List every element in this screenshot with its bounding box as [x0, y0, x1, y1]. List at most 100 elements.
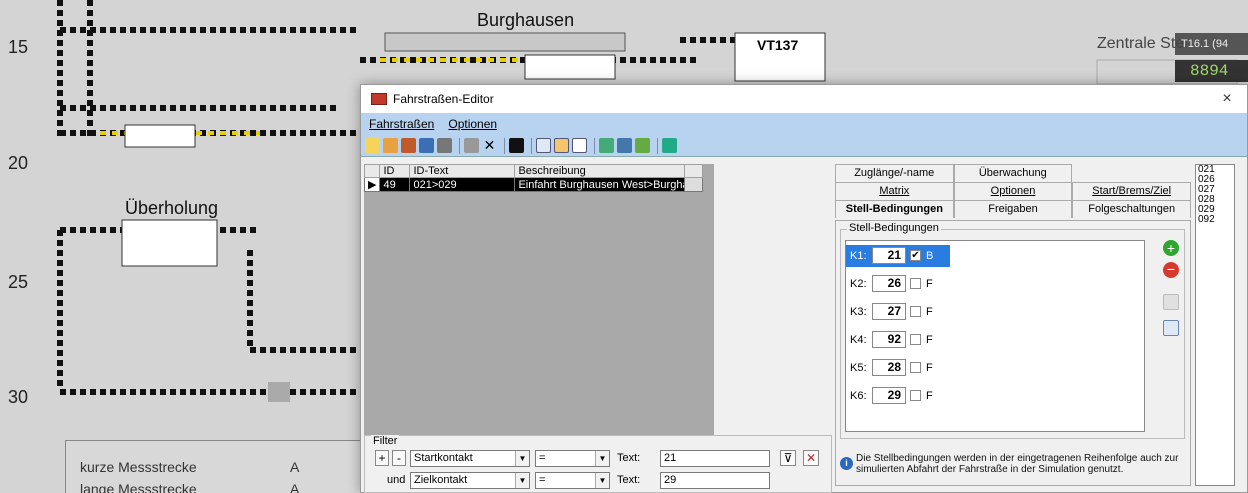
- row-number: 20: [8, 153, 29, 173]
- signal-icon[interactable]: [599, 138, 614, 153]
- tab-row: Stell-Bedingungen Freigaben Folgeschaltu…: [835, 200, 1192, 218]
- toolbar-separator: [504, 137, 505, 154]
- move-down-icon[interactable]: [1163, 320, 1179, 336]
- status-readout: T16.1 (94: [1181, 38, 1229, 50]
- text-label: Text:: [617, 474, 641, 486]
- filter-apply-icon[interactable]: ⊽: [780, 450, 796, 466]
- check-icon[interactable]: [635, 138, 650, 153]
- contact-number[interactable]: 21: [872, 247, 906, 264]
- train-label: VT137: [757, 37, 799, 53]
- cell-id[interactable]: 49: [379, 177, 411, 192]
- add-condition-button[interactable]: +: [1163, 240, 1179, 256]
- chevron-down-icon: ▼: [595, 473, 609, 488]
- column-header[interactable]: ID: [379, 164, 411, 178]
- chevron-down-icon: ▼: [515, 451, 529, 466]
- condition-checkbox[interactable]: ✔: [910, 250, 921, 261]
- table-row[interactable]: ▶ 49 021>029 Einfahrt Burghausen West>Bu…: [363, 177, 704, 192]
- menu-bar: Fahrstraßen Optionen: [361, 113, 1247, 135]
- app-icon: [371, 93, 387, 105]
- remove-condition-button[interactable]: −: [1163, 262, 1179, 278]
- route-editor-window[interactable]: Fahrstraßen-Editor × Fahrstraßen Optione…: [360, 84, 1248, 493]
- contact-number[interactable]: 28: [872, 359, 906, 376]
- tab-zuglaenge[interactable]: Zuglänge/-name: [835, 164, 954, 182]
- tab-panel: Zuglänge/-name Überwachung Matrix Option…: [835, 164, 1192, 486]
- toolbar-separator: [594, 137, 595, 154]
- filter-operator-select[interactable]: = ▼: [535, 472, 610, 489]
- toolbar-separator: [531, 137, 532, 154]
- column-header[interactable]: Beschreibung: [514, 164, 686, 178]
- condition-checkbox[interactable]: [910, 390, 921, 401]
- contact-number[interactable]: 26: [872, 275, 906, 292]
- tab-stell-bedingungen[interactable]: Stell-Bedingungen: [835, 200, 954, 218]
- tab-optionen[interactable]: Optionen: [953, 182, 1073, 200]
- condition-checkbox[interactable]: [910, 362, 921, 373]
- copy-icon[interactable]: [383, 138, 398, 153]
- list-view-icon[interactable]: [554, 138, 569, 153]
- contact-list[interactable]: 021 026 027 028 029 092: [1195, 164, 1235, 486]
- cell-description[interactable]: Einfahrt Burghausen West>Burghau: [514, 177, 686, 192]
- info-hint: i Die Stellbedingungen werden in der ein…: [840, 453, 1185, 475]
- condition-row[interactable]: K5: 28 F: [846, 357, 950, 379]
- title-bar[interactable]: Fahrstraßen-Editor ×: [361, 85, 1247, 113]
- save-icon[interactable]: [419, 138, 434, 153]
- cell-edit-icon[interactable]: [684, 177, 704, 192]
- detail-view-icon[interactable]: [572, 138, 587, 153]
- contact-number[interactable]: 29: [872, 387, 906, 404]
- toolbar-separator: [657, 137, 658, 154]
- route-table: ID ID-Text Beschreibung ▶ 49 021>029 Ein…: [363, 164, 704, 192]
- column-header: [684, 164, 704, 178]
- condition-list[interactable]: K1: 21 ✔ B K2: 26 F K3: 27 F K4: 92 F K5…: [845, 240, 1145, 432]
- group-legend: Stell-Bedingungen: [847, 222, 941, 234]
- filter-field-select[interactable]: Zielkontakt ▼: [410, 472, 530, 489]
- switch-icon[interactable]: [617, 138, 632, 153]
- menu-fahrstrassen[interactable]: Fahrstraßen: [369, 117, 434, 131]
- row-indicator-header: [363, 164, 381, 178]
- filter-text-input[interactable]: 21: [660, 450, 770, 467]
- control-center-title: Zentrale Ste: [1097, 35, 1185, 52]
- add-filter-button[interactable]: +: [375, 450, 389, 466]
- tab-folgeschaltungen[interactable]: Folgeschaltungen: [1072, 200, 1192, 218]
- delete-icon[interactable]: ✕: [482, 138, 497, 153]
- block-icon[interactable]: [509, 138, 524, 153]
- move-up-icon[interactable]: [1163, 294, 1179, 310]
- tab-ueberwachung[interactable]: Überwachung: [953, 164, 1072, 182]
- condition-row[interactable]: K1: 21 ✔ B: [846, 245, 950, 267]
- filter-clear-icon[interactable]: ✕: [803, 450, 819, 466]
- menu-optionen[interactable]: Optionen: [448, 117, 497, 131]
- grid-view-icon[interactable]: [536, 138, 551, 153]
- condition-checkbox[interactable]: [910, 306, 921, 317]
- row-pointer-icon: ▶: [363, 177, 381, 192]
- filter-text-input[interactable]: 29: [660, 472, 770, 489]
- tab-matrix[interactable]: Matrix: [835, 182, 954, 200]
- column-header[interactable]: ID-Text: [409, 164, 516, 178]
- filter-operator-select[interactable]: = ▼: [535, 450, 610, 467]
- filter-field-select[interactable]: Startkontakt ▼: [410, 450, 530, 467]
- exit-icon[interactable]: [662, 138, 677, 153]
- route-icon[interactable]: [401, 138, 416, 153]
- condition-row[interactable]: K2: 26 F: [846, 273, 950, 295]
- condition-row[interactable]: K3: 27 F: [846, 301, 950, 323]
- condition-checkbox[interactable]: [910, 278, 921, 289]
- edit-icon[interactable]: [464, 138, 479, 153]
- tab-freigaben[interactable]: Freigaben: [953, 200, 1073, 218]
- list-item[interactable]: 092: [1198, 215, 1234, 225]
- cell-id-text[interactable]: 021>029: [409, 177, 516, 192]
- print-icon[interactable]: [437, 138, 452, 153]
- tab-row: Zuglänge/-name Überwachung: [835, 164, 1072, 182]
- close-button[interactable]: ×: [1207, 90, 1247, 108]
- tab-start-brems-ziel[interactable]: Start/Brems/Ziel: [1072, 182, 1192, 200]
- text-label: Text:: [617, 452, 641, 464]
- condition-checkbox[interactable]: [910, 334, 921, 345]
- filter-group: Filter + - Startkontakt ▼ = ▼ Text: 21 ⊽ ✕…: [364, 435, 832, 493]
- new-icon[interactable]: [365, 138, 380, 153]
- section-title: Überholung: [125, 198, 219, 218]
- window-title: Fahrstraßen-Editor: [393, 92, 494, 106]
- legend-row: kurze Messstrecke A: [80, 459, 300, 475]
- row-number: 30: [8, 387, 29, 407]
- legend-row: lange Messstrecke A: [80, 481, 300, 493]
- contact-number[interactable]: 27: [872, 303, 906, 320]
- contact-number[interactable]: 92: [872, 331, 906, 348]
- condition-row[interactable]: K4: 92 F: [846, 329, 950, 351]
- condition-row[interactable]: K6: 29 F: [846, 385, 950, 407]
- remove-filter-button[interactable]: -: [392, 450, 406, 466]
